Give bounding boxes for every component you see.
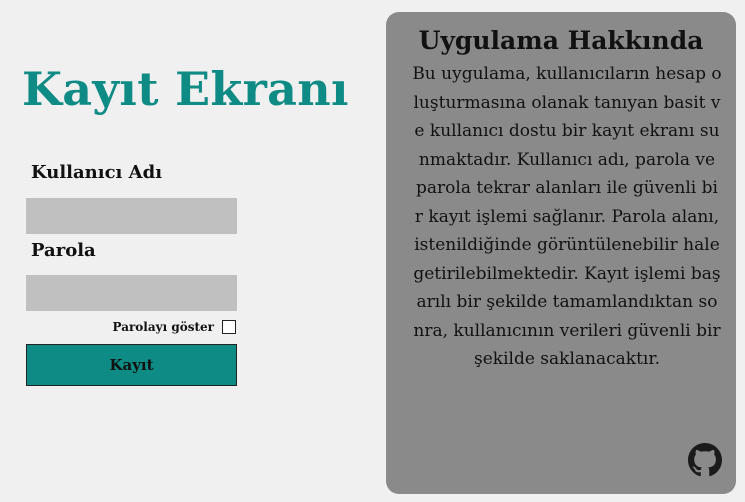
github-icon[interactable] [688, 443, 722, 477]
show-password-row: Parolayı göster [26, 318, 237, 336]
show-password-checkbox[interactable] [222, 320, 236, 334]
username-input[interactable] [26, 198, 237, 234]
about-text: Bu uygulama, kullanıcıların hesap oluştu… [412, 64, 722, 369]
about-panel: Uygulama Hakkında Bu uygulama, kullanıcı… [386, 12, 736, 494]
register-button[interactable]: Kayıt [26, 344, 237, 386]
password-input[interactable] [26, 275, 237, 311]
username-label: Kullanıcı Adı [31, 162, 163, 183]
show-password-label: Parolayı göster [112, 320, 215, 334]
password-label: Parola [31, 240, 96, 261]
page-title: Kayıt Ekranı [22, 62, 349, 116]
about-title: Uygulama Hakkında [418, 26, 704, 55]
